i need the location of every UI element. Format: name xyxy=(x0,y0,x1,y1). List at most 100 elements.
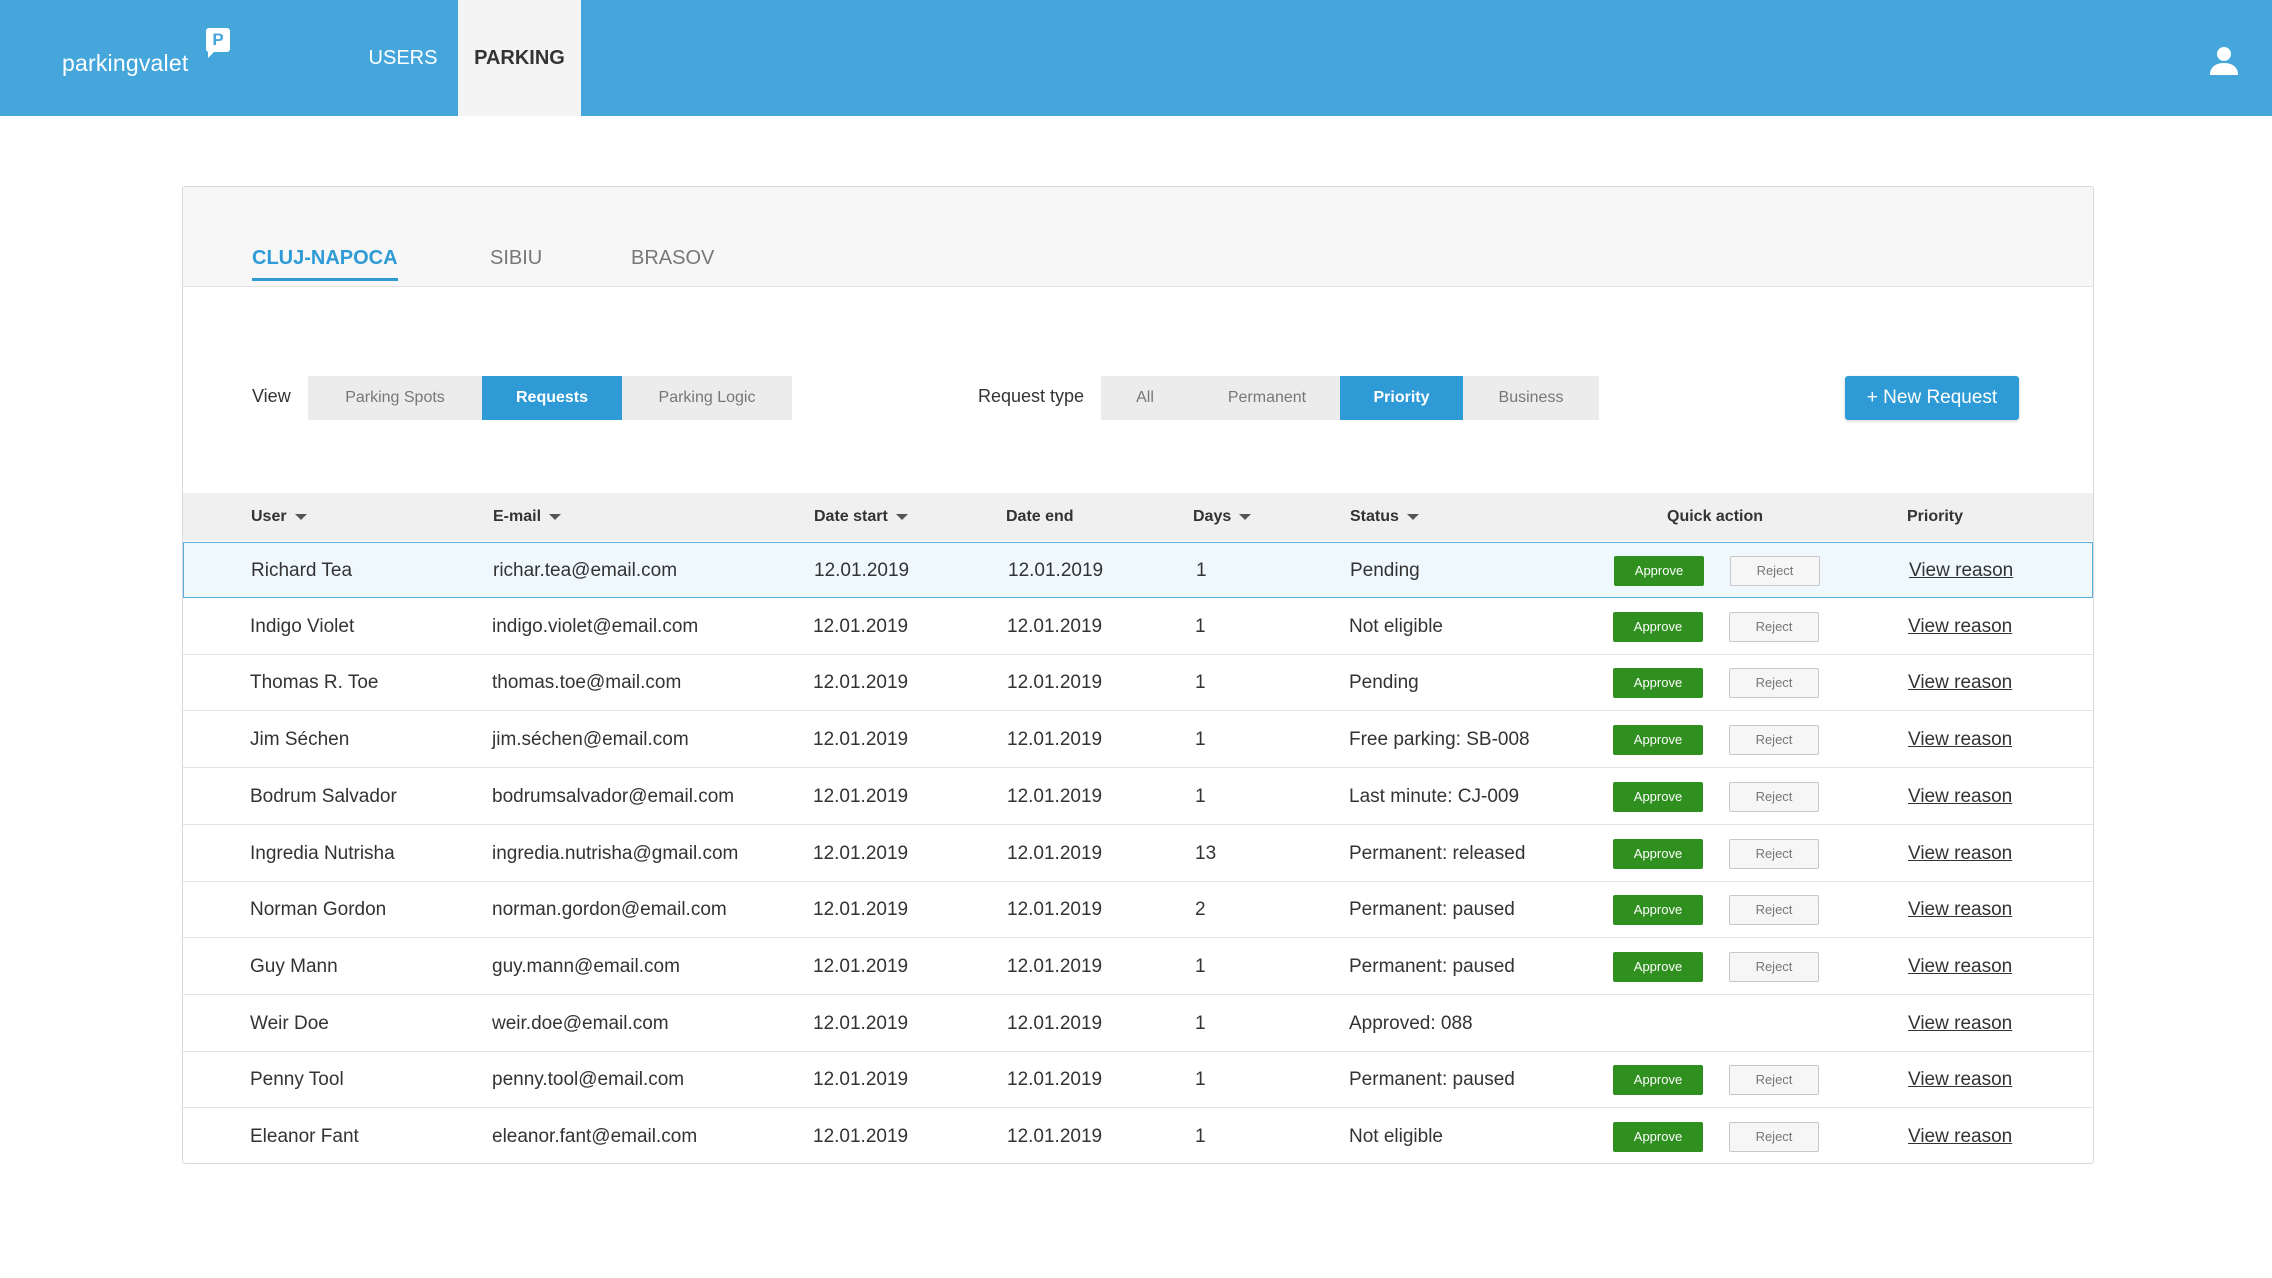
cell-date-start: 12.01.2019 xyxy=(813,1126,909,1147)
col-user[interactable]: User xyxy=(251,493,307,541)
nav-users[interactable]: USERS xyxy=(360,0,446,116)
cell-date-start: 12.01.2019 xyxy=(813,1069,909,1090)
type-business[interactable]: Business xyxy=(1463,376,1599,420)
view-requests[interactable]: Requests xyxy=(482,376,622,420)
reject-button[interactable]: Reject xyxy=(1729,839,1819,869)
cell-days: 1 xyxy=(1195,672,1206,693)
cell-days: 1 xyxy=(1195,616,1206,637)
caret-down-icon[interactable] xyxy=(1406,513,1419,520)
approve-button[interactable]: Approve xyxy=(1613,952,1703,982)
caret-down-icon[interactable] xyxy=(1239,513,1252,520)
approve-button[interactable]: Approve xyxy=(1613,725,1703,755)
col-status[interactable]: Status xyxy=(1350,493,1419,541)
tab-sibiu[interactable]: SIBIU xyxy=(490,247,542,278)
reject-button[interactable]: Reject xyxy=(1729,895,1819,925)
table-row[interactable]: Eleanor Fant eleanor.fant@email.com 12.01.… xyxy=(183,1109,2093,1163)
table-row[interactable]: Jim Séchen jim.séchen@email.com 12.01.2019… xyxy=(183,712,2093,768)
view-reason-link[interactable]: View reason xyxy=(1908,599,2012,655)
table-header: User E-mail Date start Date end Days Sta… xyxy=(183,493,2093,541)
reject-button[interactable]: Reject xyxy=(1730,556,1820,586)
table-row[interactable]: Indigo Violet indigo.violet@email.com 12.0… xyxy=(183,599,2093,655)
reject-button[interactable]: Reject xyxy=(1729,725,1819,755)
table-row[interactable]: Richard Tea richar.tea@email.com 12.01.201… xyxy=(183,542,2093,598)
view-parking-logic[interactable]: Parking Logic xyxy=(622,376,792,420)
view-label: View xyxy=(252,386,291,406)
tab-brasov[interactable]: BRASOV xyxy=(631,247,714,278)
view-reason-link[interactable]: View reason xyxy=(1908,939,2012,995)
cell-days: 13 xyxy=(1195,843,1217,864)
cell-date-start: 12.01.2019 xyxy=(814,560,910,581)
view-reason-link[interactable]: View reason xyxy=(1908,769,2012,825)
approve-button[interactable]: Approve xyxy=(1614,556,1704,586)
reject-button[interactable]: Reject xyxy=(1729,952,1819,982)
cell-email: norman.gordon@email.com xyxy=(492,899,727,920)
cell-user: Guy Mann xyxy=(250,956,338,977)
col-email[interactable]: E-mail xyxy=(493,493,562,541)
col-days[interactable]: Days xyxy=(1193,493,1252,541)
user-icon[interactable] xyxy=(2208,44,2240,76)
cell-email: indigo.violet@email.com xyxy=(492,616,699,637)
cell-date-end: 12.01.2019 xyxy=(1007,899,1103,920)
type-permanent[interactable]: Permanent xyxy=(1189,376,1345,420)
view-reason-link[interactable]: View reason xyxy=(1908,1109,2012,1163)
approve-button[interactable]: Approve xyxy=(1613,782,1703,812)
caret-down-icon[interactable] xyxy=(294,513,307,520)
reject-button[interactable]: Reject xyxy=(1729,668,1819,698)
table-row[interactable]: Bodrum Salvador bodrumsalvador@email.com 1… xyxy=(183,769,2093,825)
reject-button[interactable]: Reject xyxy=(1729,1122,1819,1152)
approve-button[interactable]: Approve xyxy=(1613,839,1703,869)
cell-days: 1 xyxy=(1196,560,1207,581)
view-reason-link[interactable]: View reason xyxy=(1908,1052,2012,1108)
table-row[interactable]: Norman Gordon norman.gordon@email.com 12.0… xyxy=(183,882,2093,938)
cell-status: Pending xyxy=(1349,672,1419,693)
approve-button[interactable]: Approve xyxy=(1613,895,1703,925)
reject-button[interactable]: Reject xyxy=(1729,782,1819,812)
table-row[interactable]: Weir Doe weir.doe@email.com 12.01.2019 12.0… xyxy=(183,996,2093,1052)
cell-days: 1 xyxy=(1195,1126,1206,1147)
cell-email: bodrumsalvador@email.com xyxy=(492,786,735,807)
view-reason-link[interactable]: View reason xyxy=(1908,712,2012,768)
top-navbar: parkingvalet P USERS PARKING xyxy=(0,0,2272,116)
new-request-button[interactable]: + New Request xyxy=(1845,376,2019,420)
cell-date-end: 12.01.2019 xyxy=(1007,843,1103,864)
caret-down-icon[interactable] xyxy=(895,513,908,520)
view-parking-spots[interactable]: Parking Spots xyxy=(308,376,482,420)
approve-button[interactable]: Approve xyxy=(1613,668,1703,698)
brand-name: parkingvalet xyxy=(62,50,189,76)
cell-email: jim.séchen@email.com xyxy=(492,729,689,750)
cell-date-start: 12.01.2019 xyxy=(813,786,909,807)
tab-cluj-napoca[interactable]: CLUJ-NAPOCA xyxy=(252,247,398,281)
view-reason-link[interactable]: View reason xyxy=(1908,882,2012,938)
cell-user: Bodrum Salvador xyxy=(250,786,397,807)
table-row[interactable]: Penny Tool penny.tool@email.com 12.01.2019… xyxy=(183,1052,2093,1108)
cell-email: ingredia.nutrisha@gmail.com xyxy=(492,843,739,864)
type-all[interactable]: All xyxy=(1101,376,1189,420)
cell-user: Jim Séchen xyxy=(250,729,350,750)
approve-button[interactable]: Approve xyxy=(1613,612,1703,642)
approve-button[interactable]: Approve xyxy=(1613,1122,1703,1152)
cell-date-end: 12.01.2019 xyxy=(1007,786,1103,807)
cell-status: Permanent: released xyxy=(1349,843,1526,864)
caret-down-icon[interactable] xyxy=(549,513,562,520)
parking-badge-icon: P xyxy=(206,28,230,58)
cell-user: Ingredia Nutrisha xyxy=(250,843,395,864)
table-row[interactable]: Thomas R. Toe thomas.toe@mail.com 12.01.20… xyxy=(183,655,2093,711)
type-priority[interactable]: Priority xyxy=(1340,376,1463,420)
nav-parking[interactable]: PARKING xyxy=(458,0,581,116)
table-row[interactable]: Ingredia Nutrisha ingredia.nutrisha@gmail… xyxy=(183,826,2093,882)
cell-date-start: 12.01.2019 xyxy=(813,843,909,864)
approve-button[interactable]: Approve xyxy=(1613,1065,1703,1095)
view-reason-link[interactable]: View reason xyxy=(1908,826,2012,882)
cell-date-end: 12.01.2019 xyxy=(1008,560,1104,581)
view-reason-link[interactable]: View reason xyxy=(1908,655,2012,711)
cell-status: Pending xyxy=(1350,560,1420,581)
reject-button[interactable]: Reject xyxy=(1729,612,1819,642)
cell-date-start: 12.01.2019 xyxy=(813,729,909,750)
reject-button[interactable]: Reject xyxy=(1729,1065,1819,1095)
cell-email: eleanor.fant@email.com xyxy=(492,1126,698,1147)
view-reason-link[interactable]: View reason xyxy=(1909,543,2013,599)
view-reason-link[interactable]: View reason xyxy=(1908,996,2012,1052)
col-date-start[interactable]: Date start xyxy=(814,493,908,541)
table-row[interactable]: Guy Mann guy.mann@email.com 12.01.2019 12.0… xyxy=(183,939,2093,995)
brand-logo[interactable]: parkingvalet P xyxy=(62,0,262,116)
